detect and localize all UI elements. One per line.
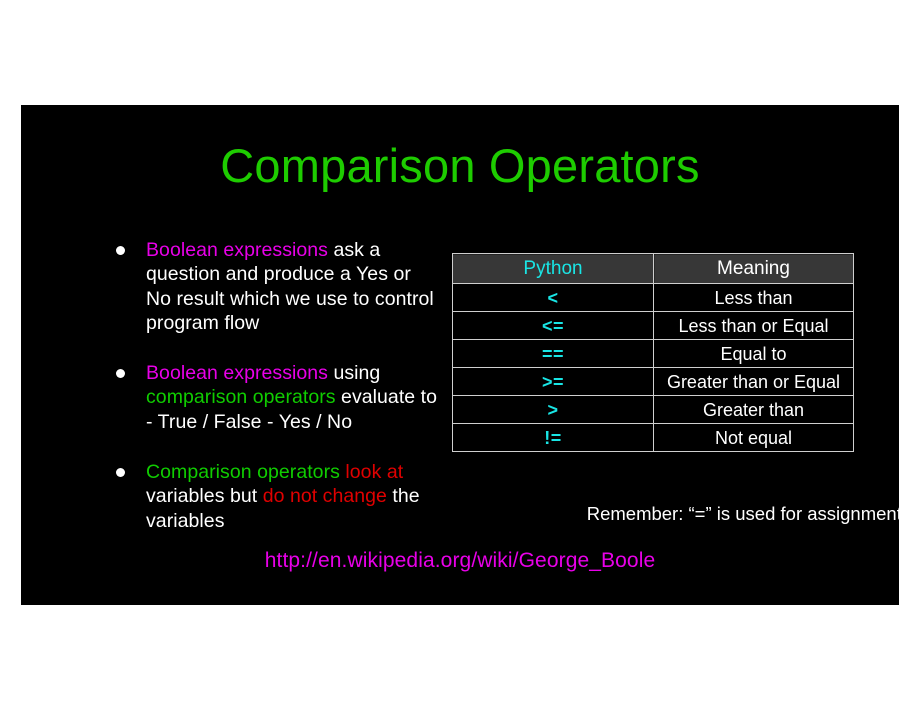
- bullet-text-run: using: [327, 362, 381, 385]
- table-row: == Equal to: [452, 339, 854, 368]
- table-row: >= Greater than or Equal: [452, 367, 854, 396]
- cell-python-operator: ==: [452, 339, 654, 368]
- bullet-text-run: variables but: [146, 485, 263, 508]
- slide-title: Comparison Operators: [220, 139, 700, 192]
- comparison-operators-table: Python Meaning < Less than <= Less than or …: [452, 253, 854, 452]
- table-body: Python Meaning < Less than <= Less than or …: [452, 253, 854, 452]
- bullet-text-run: Boolean expressions: [146, 362, 328, 385]
- cell-meaning: Less than or Equal: [653, 311, 854, 340]
- bullet-text-run: Comparison operators: [146, 461, 340, 484]
- cell-python-operator: <: [452, 283, 654, 312]
- table-row: <= Less than or Equal: [452, 311, 854, 340]
- cell-meaning: Not equal: [653, 423, 854, 452]
- wikipedia-link[interactable]: http://en.wikipedia.org/wiki/George_Bool…: [21, 549, 899, 573]
- bullet-text: Boolean expressions using comparison ope…: [146, 361, 441, 434]
- cell-python-operator: >: [452, 395, 654, 424]
- cell-python-operator: !=: [452, 423, 654, 452]
- bullet-dot-icon: [116, 468, 125, 478]
- table-row: != Not equal: [452, 423, 854, 452]
- bullet-item: Boolean expressions ask a question and p…: [96, 238, 441, 335]
- table-row: < Less than: [452, 283, 854, 312]
- bullet-dot-icon: [116, 246, 125, 255]
- cell-python-operator: <=: [452, 311, 654, 340]
- cell-meaning: Greater than or Equal: [653, 367, 854, 396]
- bullet-list: Boolean expressions ask a question and p…: [96, 238, 441, 559]
- column-header-python: Python: [452, 253, 654, 284]
- cell-meaning: Less than: [653, 283, 854, 312]
- table-header-row: Python Meaning: [452, 253, 854, 284]
- bullet-text-run: do not change: [262, 485, 387, 508]
- bullet-item: Comparison operators look at variables b…: [96, 460, 441, 533]
- cell-python-operator: >=: [452, 367, 654, 396]
- bullet-text: Comparison operators look at variables b…: [146, 460, 441, 533]
- table-row: > Greater than: [452, 395, 854, 424]
- bullet-text-run: comparison operators: [146, 386, 336, 409]
- bullet-text-run: look at: [345, 461, 404, 484]
- presentation-slide: Comparison Operators Boolean expressions…: [21, 105, 899, 605]
- bullet-text: Boolean expressions ask a question and p…: [146, 238, 441, 335]
- bullet-item: Boolean expressions using comparison ope…: [96, 361, 441, 434]
- remember-note: Remember: “=” is used for assignment.: [586, 503, 899, 524]
- cell-meaning: Greater than: [653, 395, 854, 424]
- column-header-meaning: Meaning: [653, 253, 854, 284]
- bullet-dot-icon: [116, 369, 125, 379]
- bullet-text-run: Boolean expressions: [146, 239, 328, 261]
- cell-meaning: Equal to: [653, 339, 854, 368]
